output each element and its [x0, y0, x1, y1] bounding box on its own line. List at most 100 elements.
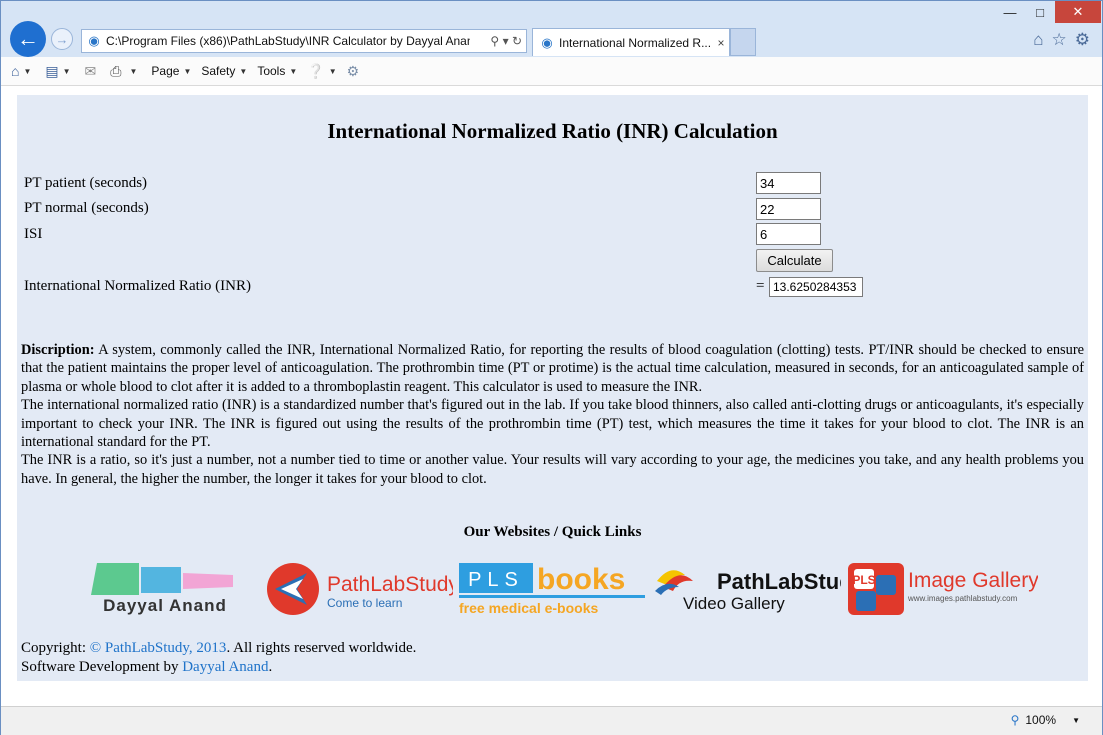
chevron-down-icon: ▼ [239, 66, 248, 76]
address-tools: ⚲ ▾ ↻ [470, 34, 526, 48]
quick-links-title: Our Websites / Quick Links [463, 524, 642, 540]
safety-menu[interactable]: Safety ▼ [201, 64, 247, 78]
image-gallery-logo-url: www.images.pathlabstudy.com [907, 594, 1018, 603]
chevron-down-icon: ▼ [62, 66, 71, 76]
home-icon[interactable]: ⌂ [1033, 30, 1043, 50]
developer-link[interactable]: Dayyal Anand [182, 659, 268, 675]
pt-patient-label: PT patient (seconds) [24, 175, 148, 191]
description-para-3: The INR is a ratio, so it's just a numbe… [21, 452, 1084, 487]
close-window-icon[interactable]: ✕ [1055, 1, 1101, 23]
home-menu[interactable]: ⌂ ▼ [11, 63, 31, 79]
minimize-icon[interactable]: — [995, 1, 1025, 23]
pathlabstudy-logo-tagline: Come to learn [327, 596, 402, 610]
status-bar: ⚲ 100% ▼ [1, 706, 1102, 735]
command-bar: ⌂ ▼ ▤ ▼ ✉ ⎙ ▼ Page ▼ Safety ▼ Tools ▼ ❔ ▼ ⚙ [1, 57, 1102, 86]
page-content: International Normalized Ratio (INR) Cal… [17, 95, 1088, 681]
help-icon: ❔ [307, 62, 325, 79]
quick-links-logos: Dayyal Anand PathLabStudy Come to learn … [17, 561, 1088, 621]
back-button[interactable]: ← [10, 21, 46, 57]
browser-right-icons: ⌂ ☆ ⚙ [1033, 30, 1090, 50]
zoom-level: 100% [1025, 713, 1057, 727]
description: Discription: A system, commonly called t… [21, 341, 1084, 488]
isi-label: ISI [24, 226, 43, 242]
print-menu[interactable]: ⎙ ▼ [110, 63, 137, 80]
gear-icon: ⚙ [346, 62, 360, 79]
pt-patient-input[interactable] [756, 172, 821, 194]
pls-books-logo[interactable]: PLS books free medical e-books [459, 561, 647, 617]
zoom-icon: ⚲ [1010, 713, 1020, 727]
copyright-suffix: . All rights reserved worldwide. [226, 640, 417, 656]
video-gallery-logo-tagline: Video Gallery [683, 594, 785, 613]
pathlabstudy-logo-name: PathLabStudy [327, 573, 453, 596]
tab-inr-calculator[interactable]: ◉ International Normalized R... × [532, 28, 730, 56]
video-gallery-logo[interactable]: PathLabStudy Video Gallery [653, 561, 841, 617]
footer: Copyright: © PathLabStudy, 2013. All rig… [21, 639, 416, 677]
inr-result-field[interactable] [769, 277, 863, 297]
page-title: International Normalized Ratio (INR) Cal… [327, 119, 778, 143]
image-gallery-letters: PLS [852, 573, 875, 587]
developer-prefix: Software Development by [21, 659, 183, 675]
developer-line: Software Development by Dayyal Anand. [21, 658, 416, 677]
page-menu[interactable]: Page ▼ [151, 64, 191, 78]
zoom-control[interactable]: ⚲ 100% ▼ [1011, 713, 1080, 727]
tab-title: International Normalized R... [559, 35, 712, 50]
chevron-down-icon: ▼ [328, 66, 337, 76]
feeds-menu[interactable]: ▤ ▼ [45, 63, 70, 80]
description-para-2: The international normalized ratio (INR)… [21, 397, 1084, 451]
dayyal-anand-logo[interactable]: Dayyal Anand [69, 561, 261, 617]
dropdown-icon[interactable]: ▾ [503, 34, 509, 48]
pathlabstudy-logo[interactable]: PathLabStudy Come to learn [263, 561, 453, 617]
forward-button[interactable]: → [51, 28, 73, 50]
address-text[interactable]: C:\Program Files (x86)\PathLabStudy\INR … [106, 34, 470, 48]
pt-normal-label: PT normal (seconds) [24, 200, 149, 216]
description-para-1: Discription: A system, commonly called t… [21, 341, 1084, 396]
image-gallery-logo[interactable]: PLS Image Gallery www.images.pathlabstud… [846, 561, 1038, 617]
image-gallery-logo-name: Image Gallery [908, 569, 1038, 592]
settings-gear-icon[interactable]: ⚙ [1075, 30, 1090, 50]
video-gallery-logo-name: PathLabStudy [717, 569, 841, 594]
tools-menu[interactable]: Tools ▼ [257, 64, 297, 78]
chevron-down-icon: ▼ [129, 66, 138, 76]
refresh-icon[interactable]: ↻ [512, 34, 522, 48]
calculate-button[interactable]: Calculate [756, 249, 833, 272]
equals-sign: = [756, 278, 765, 294]
copyright-link[interactable]: © PathLabStudy, 2013 [90, 640, 227, 656]
printer-icon: ⎙ [110, 62, 122, 79]
isi-input[interactable] [756, 223, 821, 245]
chevron-down-icon: ▼ [183, 66, 192, 76]
chevron-down-icon: ▼ [289, 66, 298, 76]
rss-icon: ▤ [45, 62, 59, 79]
ie-page-icon: ◉ [88, 33, 100, 48]
tab-close-icon[interactable]: × [713, 36, 729, 50]
search-icon[interactable]: ⚲ [490, 34, 499, 48]
safety-menu-label: Safety [201, 64, 236, 78]
tools-menu-label: Tools [257, 64, 286, 78]
gear-menu[interactable]: ⚙ [347, 63, 360, 80]
browser-window: — □ ✕ ← → ◉ C:\Program Files (x86)\PathL… [0, 0, 1103, 735]
new-tab-button[interactable] [730, 28, 756, 56]
ie-tab-icon: ◉ [541, 34, 553, 50]
pls-books-tagline: free medical e-books [459, 600, 598, 616]
inr-label: International Normalized Ratio (INR) [24, 278, 252, 294]
copyright-prefix: Copyright: [21, 640, 90, 656]
address-bar[interactable]: ◉ C:\Program Files (x86)\PathLabStudy\IN… [81, 29, 527, 53]
description-heading: Discription: [21, 342, 95, 358]
pls-books-word: books [537, 563, 625, 596]
pls-books-letters: PLS [468, 569, 524, 591]
home-icon: ⌂ [11, 63, 20, 79]
maximize-icon[interactable]: □ [1025, 1, 1055, 23]
title-bar: — □ ✕ ← → ◉ C:\Program Files (x86)\PathL… [1, 1, 1102, 57]
page-menu-label: Page [151, 64, 180, 78]
help-menu[interactable]: ❔ ▼ [307, 63, 336, 80]
favorites-star-icon[interactable]: ☆ [1052, 30, 1067, 50]
developer-suffix: . [268, 659, 273, 675]
description-text-1: A system, commonly called the INR, Inter… [21, 342, 1084, 395]
window-controls: — □ ✕ [995, 1, 1101, 23]
pt-normal-input[interactable] [756, 198, 821, 220]
mail-icon: ✉ [84, 62, 97, 79]
mail-button[interactable]: ✉ [85, 63, 97, 80]
dayyal-logo-text: Dayyal Anand [103, 596, 227, 615]
copyright-line: Copyright: © PathLabStudy, 2013. All rig… [21, 639, 416, 658]
chevron-down-icon: ▼ [1072, 715, 1080, 725]
chevron-down-icon: ▼ [23, 66, 32, 76]
